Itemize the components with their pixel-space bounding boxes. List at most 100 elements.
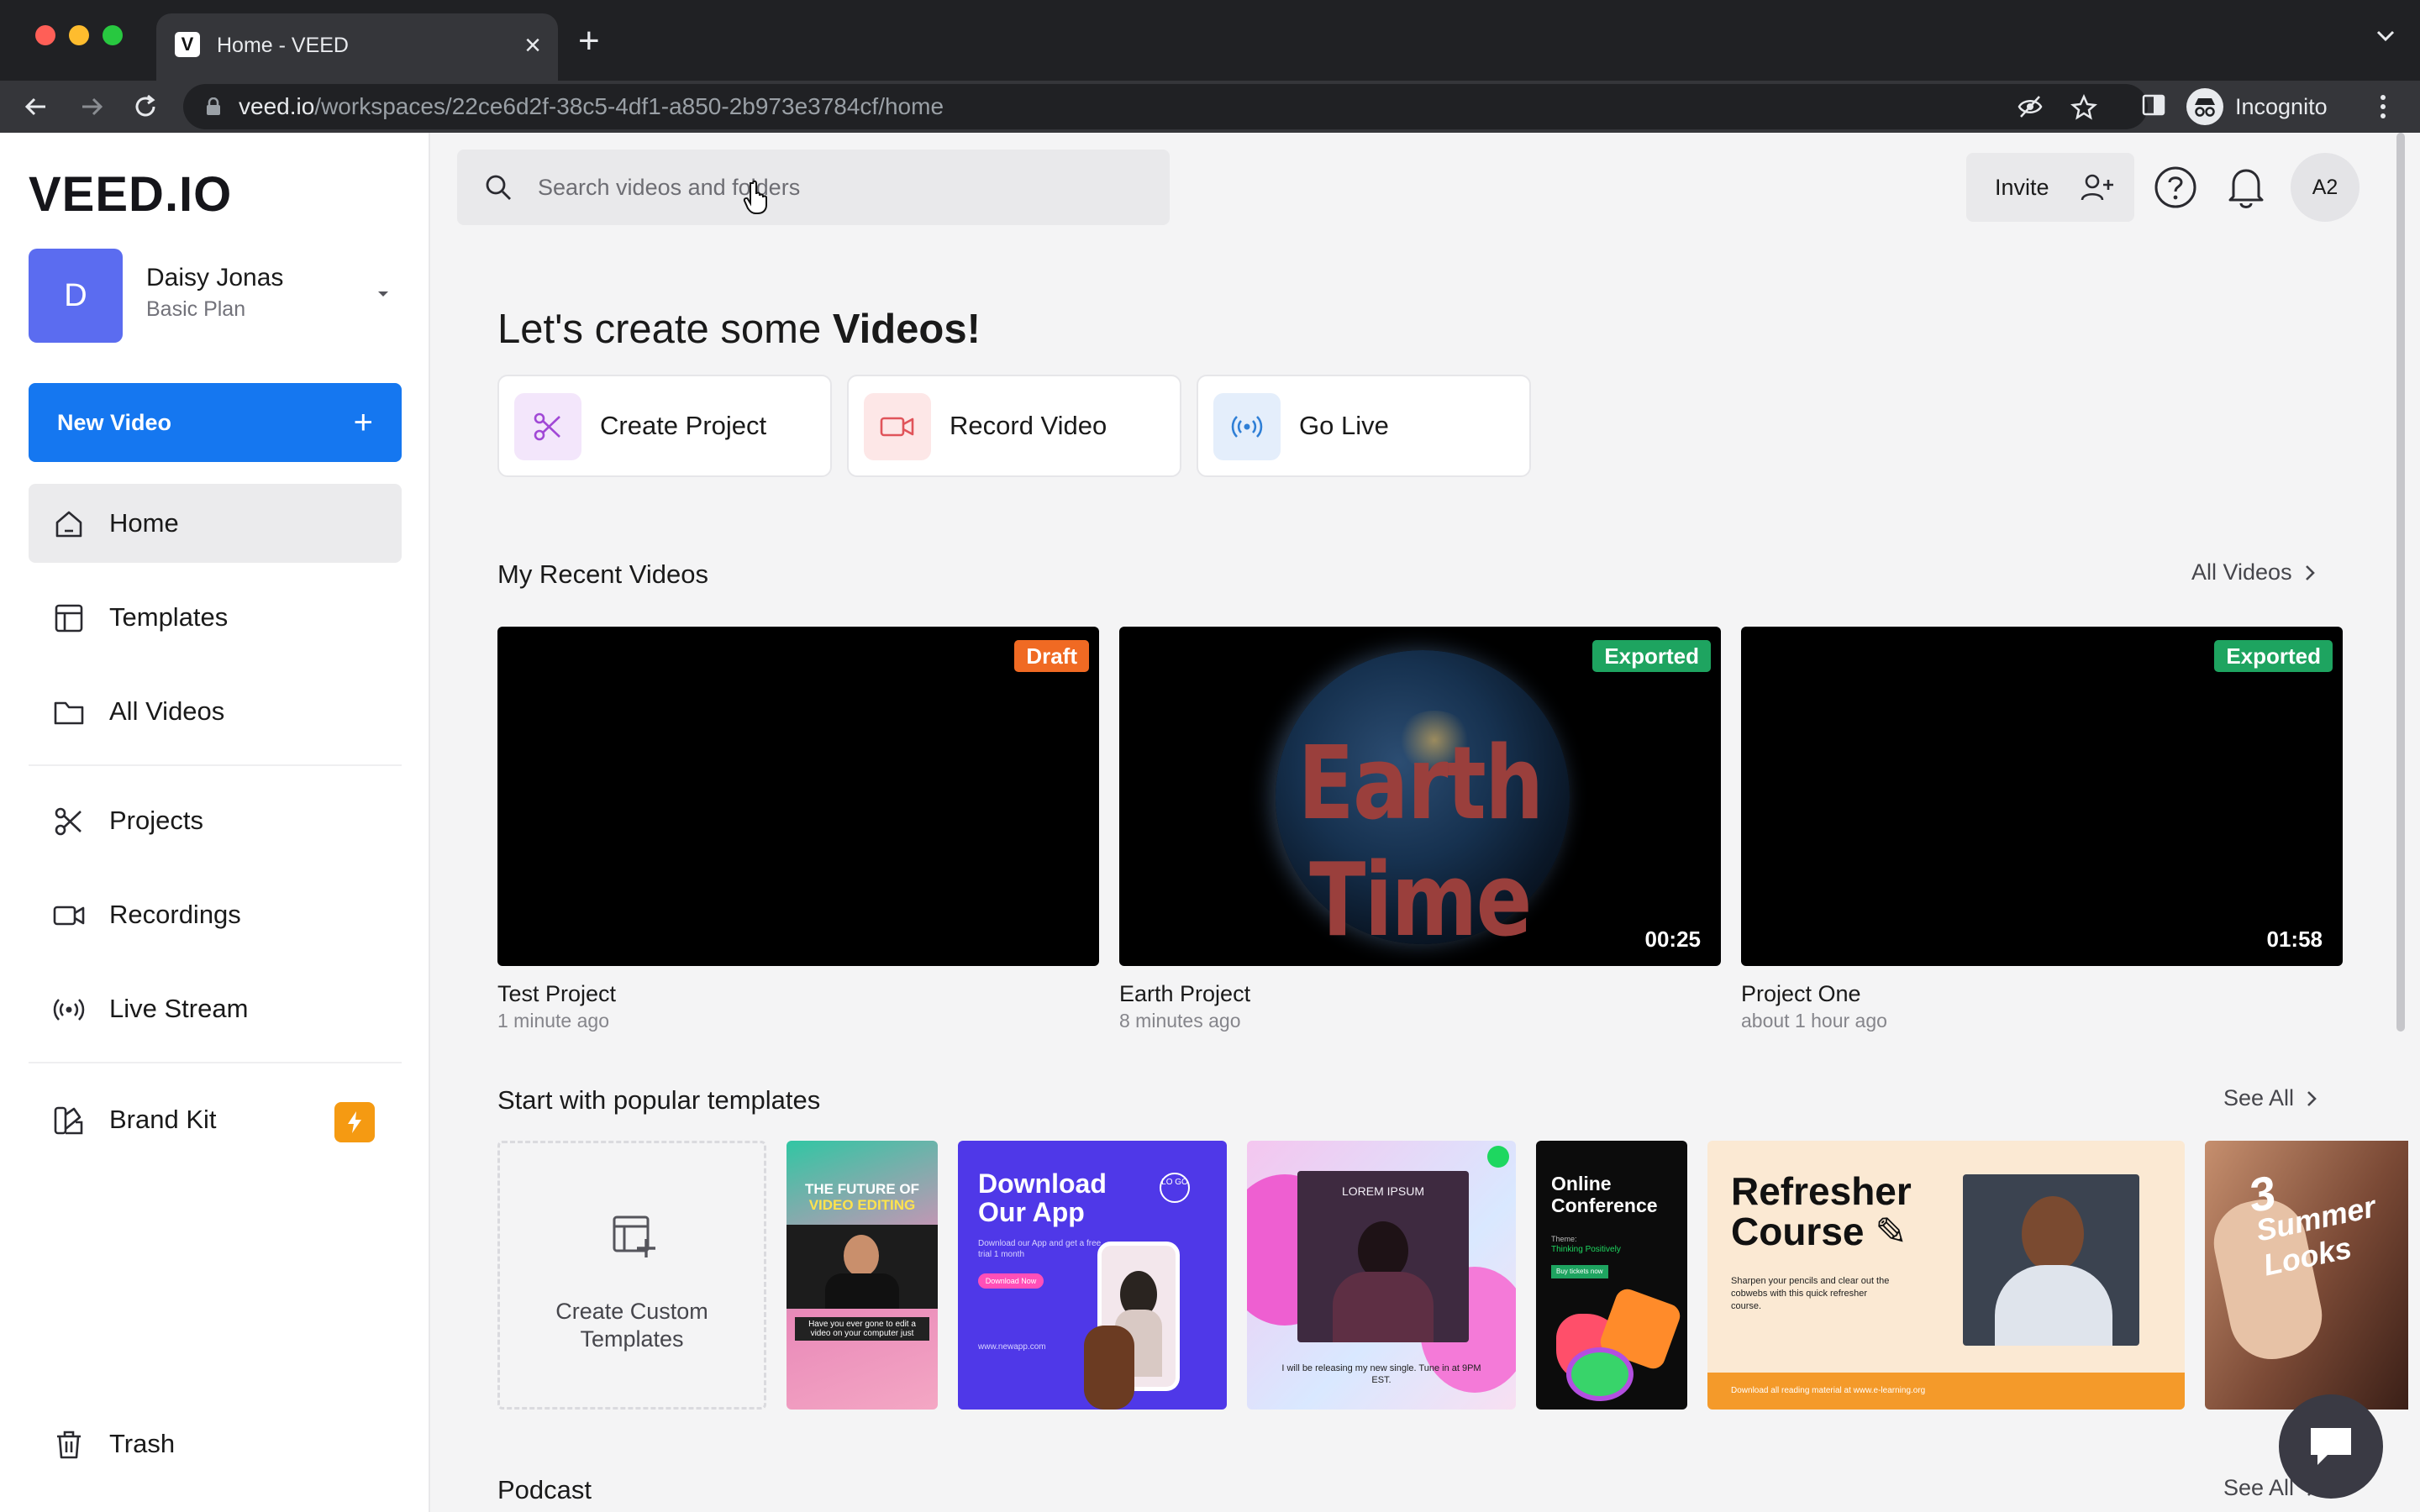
video-timestamp: 8 minutes ago	[1119, 1010, 1241, 1032]
video-thumbnail[interactable]: Earth Time Exported 00:25	[1119, 627, 1721, 966]
video-duration: 00:25	[1638, 924, 1707, 954]
template-headline: LOREM IPSUM	[1341, 1184, 1424, 1198]
forward-icon[interactable]	[76, 91, 108, 123]
scrollbar[interactable]	[2396, 133, 2405, 1032]
lock-icon	[207, 97, 220, 115]
tab-search-chevron-icon[interactable]	[2373, 24, 2398, 49]
template-card-online-conference[interactable]: Online Conference Theme: Thinking Positi…	[1536, 1141, 1687, 1410]
video-title: Test Project	[497, 981, 617, 1006]
account-switcher[interactable]: D Daisy Jonas Basic Plan	[29, 249, 402, 343]
address-bar[interactable]: veed.io/workspaces/22ce6d2f-38c5-4df1-a8…	[183, 84, 2148, 129]
template-headline: Download Our App	[978, 1168, 1107, 1227]
sidebar-item-templates[interactable]: Templates	[29, 578, 402, 657]
sidebar-item-label: Trash	[109, 1429, 176, 1458]
create-project-button[interactable]: Create Project	[497, 375, 832, 477]
back-icon[interactable]	[20, 91, 52, 123]
new-video-button[interactable]: New Video +	[29, 383, 402, 462]
sidebar-item-label: Brand Kit	[109, 1105, 217, 1134]
sidebar-item-label: Home	[109, 508, 179, 538]
chevron-right-icon	[2305, 564, 2315, 580]
eye-off-icon[interactable]	[2017, 94, 2044, 119]
new-tab-icon[interactable]: +	[578, 20, 600, 62]
see-all-label: See All	[2223, 1085, 2295, 1110]
invite-label: Invite	[1995, 175, 2049, 200]
browser-tab-bar: V Home - VEED × +	[0, 0, 2420, 81]
scissors-icon	[55, 807, 82, 836]
main-content: Invite A2 Let's create some Videos! Crea…	[432, 133, 2408, 1512]
template-card-summer-looks[interactable]: 3 Summer Looks	[2205, 1141, 2408, 1410]
sidebar-item-label: Recordings	[109, 900, 241, 929]
page-headline: Let's create some Videos!	[497, 307, 981, 352]
template-headline: 3 Summer Looks	[2244, 1165, 2379, 1283]
chat-support-button[interactable]	[2279, 1394, 2383, 1499]
sidebar-item-home[interactable]: Home	[29, 484, 402, 563]
bookmark-star-icon[interactable]	[2070, 94, 2097, 121]
user-avatar[interactable]: A2	[2291, 153, 2360, 222]
status-badge: Exported	[1592, 640, 1711, 672]
incognito-icon	[2186, 88, 2223, 125]
sidebar-item-all-videos[interactable]: All Videos	[29, 672, 402, 751]
account-name: Daisy Jonas	[146, 264, 284, 291]
template-caption: I will be releasing my new single. Tune …	[1281, 1363, 1481, 1385]
search-bar[interactable]	[457, 150, 1170, 225]
invite-button[interactable]: Invite	[1966, 153, 2134, 222]
tab-close-icon[interactable]: ×	[524, 29, 541, 62]
veed-favicon-icon: V	[175, 32, 200, 57]
video-thumbnail[interactable]: Draft	[497, 627, 1099, 966]
url-text: veed.io/workspaces/22ce6d2f-38c5-4df1-a8…	[239, 93, 944, 119]
window-zoom-button[interactable]	[103, 25, 123, 45]
podcast-section-title: Podcast	[497, 1475, 592, 1504]
recent-videos-title: My Recent Videos	[497, 559, 708, 589]
sidebar-item-live-stream[interactable]: Live Stream	[29, 969, 402, 1048]
chevron-right-icon	[2307, 1090, 2317, 1106]
presenter-photo	[786, 1225, 938, 1309]
sidebar-item-trash[interactable]: Trash	[29, 1404, 402, 1483]
browser-tab[interactable]: V Home - VEED ×	[156, 13, 558, 81]
broadcast-icon	[53, 999, 85, 1021]
status-badge: Exported	[2214, 640, 2333, 672]
incognito-profile[interactable]: Incognito	[2186, 86, 2328, 128]
all-videos-label: All Videos	[2191, 559, 2292, 585]
logo-placeholder: LO GO	[1160, 1173, 1190, 1203]
sidebar-item-recordings[interactable]: Recordings	[29, 875, 402, 954]
scissors-icon	[514, 393, 581, 460]
record-video-button[interactable]: Record Video	[847, 375, 1181, 477]
template-ticket-button: Buy tickets now	[1551, 1265, 1608, 1278]
go-live-button[interactable]: Go Live	[1197, 375, 1531, 477]
brand-kit-icon	[54, 1106, 83, 1135]
trash-icon	[57, 1431, 81, 1459]
template-card-lorem-ipsum[interactable]: LOREM IPSUM I will be releasing my new s…	[1247, 1141, 1516, 1410]
sidebar-item-projects[interactable]: Projects	[29, 781, 402, 860]
hand-pointer-icon	[743, 180, 767, 214]
see-all-templates-link[interactable]: See All	[2223, 1085, 2317, 1111]
sidebar-item-label: Projects	[109, 806, 203, 835]
template-card-future-of-video-editing[interactable]: THE FUTURE OF VIDEO EDITING Have you eve…	[786, 1141, 938, 1410]
create-custom-template-button[interactable]: Create Custom Templates	[497, 1141, 766, 1410]
bell-icon[interactable]	[2225, 165, 2267, 210]
template-card-download-our-app[interactable]: Download Our App LO GO Download our App …	[958, 1141, 1227, 1410]
template-card-refresher-course[interactable]: Refresher Course ✎ Sharpen your pencils …	[1707, 1141, 2185, 1410]
help-icon[interactable]	[2153, 165, 2198, 210]
video-thumbnail[interactable]: Exported 01:58	[1741, 627, 2343, 966]
sidebar-item-brand-kit[interactable]: Brand Kit	[29, 1080, 402, 1159]
all-videos-link[interactable]: All Videos	[2191, 559, 2316, 585]
lightning-icon	[334, 1102, 375, 1142]
broadcast-icon	[1213, 393, 1281, 460]
new-video-label: New Video	[57, 410, 172, 435]
side-panel-icon[interactable]	[2141, 92, 2166, 118]
window-close-button[interactable]	[35, 25, 55, 45]
video-timestamp: 1 minute ago	[497, 1010, 609, 1032]
window-minimize-button[interactable]	[69, 25, 89, 45]
veed-logo[interactable]: VEED.IO	[29, 166, 232, 223]
thumbnail-title-text: Earth Time	[1297, 726, 1544, 959]
template-theme: Thinking Positively	[1551, 1245, 1621, 1254]
reload-icon[interactable]	[129, 91, 161, 123]
sidebar-item-label: Live Stream	[109, 994, 249, 1023]
sidebar-item-label: All Videos	[109, 696, 225, 726]
browser-menu-icon[interactable]	[2375, 92, 2391, 121]
search-input[interactable]	[538, 150, 1143, 225]
caret-down-icon	[378, 291, 388, 297]
spotify-icon	[1487, 1146, 1509, 1168]
video-title: Earth Project	[1119, 981, 1251, 1006]
folder-icon	[54, 701, 84, 725]
